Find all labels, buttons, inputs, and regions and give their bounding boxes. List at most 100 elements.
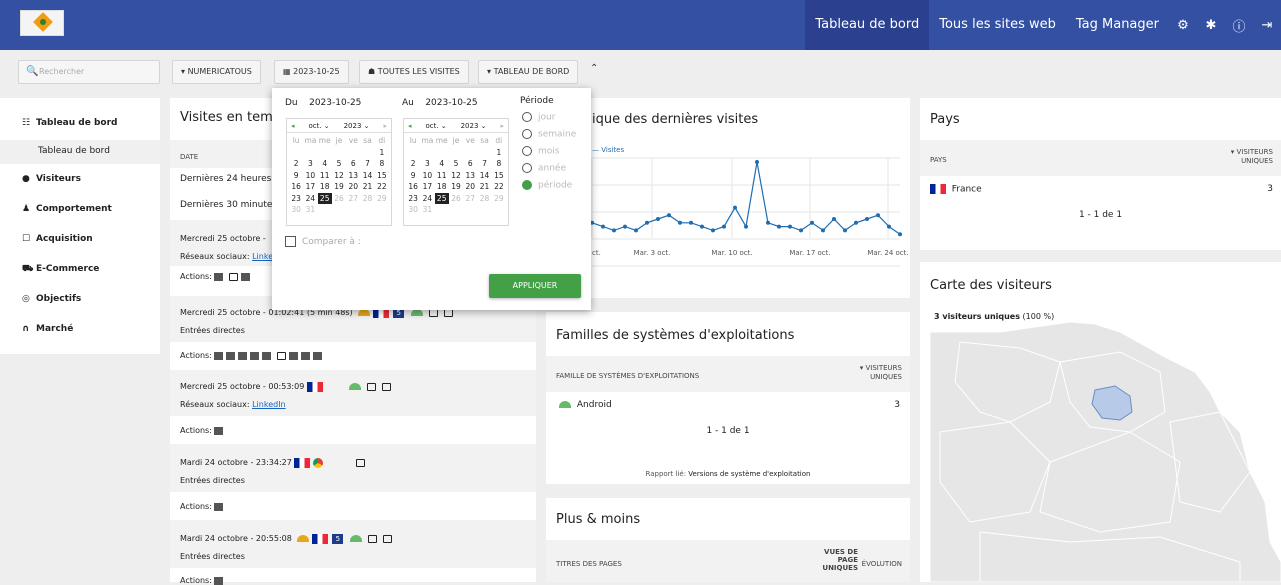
date-selector[interactable]: ▦ 2023-10-25 <box>274 60 349 84</box>
sidebar-item-behaviour[interactable]: ♟ Comportement <box>22 204 112 214</box>
sidebar-item-dashboard[interactable]: ☷ Tableau de bord <box>22 118 117 128</box>
calendar-day[interactable]: 1 <box>375 147 389 159</box>
calendar-day[interactable]: 9 <box>406 170 420 182</box>
calendar-day[interactable]: 24 <box>420 193 434 205</box>
calendar-day[interactable]: 19 <box>332 181 346 193</box>
prev-month-icon[interactable]: ◂ <box>408 122 412 130</box>
period-day-radio[interactable]: jour <box>522 112 555 123</box>
calendar-day[interactable]: 21 <box>360 181 374 193</box>
info-icon[interactable]: ⓘ <box>1225 16 1253 35</box>
sidebar-item-acquisition[interactable]: ☐ Acquisition <box>22 234 93 244</box>
calendar-day[interactable]: 18 <box>318 181 332 193</box>
calendar-day[interactable]: 22 <box>375 181 389 193</box>
calendar-day[interactable]: 11 <box>435 170 449 182</box>
calendar-day[interactable]: 15 <box>492 170 506 182</box>
table-row[interactable]: Android 3 <box>546 400 910 410</box>
month-select[interactable]: oct. ⌄ <box>308 122 329 130</box>
calendar-day[interactable]: 15 <box>375 170 389 182</box>
calendar-day[interactable]: 14 <box>477 170 491 182</box>
column-header[interactable]: ▾ VISITEURS UNIQUES <box>1231 148 1273 166</box>
calendar-day[interactable]: 19 <box>449 181 463 193</box>
apply-button[interactable]: APPLIQUER <box>489 274 581 298</box>
data-point <box>711 228 715 233</box>
calendar-day[interactable]: 5 <box>449 158 463 170</box>
segment-selector[interactable]: ☗ TOUTES LES VISITES <box>359 60 469 84</box>
calendar-day[interactable]: 18 <box>435 181 449 193</box>
calendar-day[interactable]: 14 <box>360 170 374 182</box>
calendar-day[interactable]: 4 <box>435 158 449 170</box>
sidebar-item-market[interactable]: ∩ Marché <box>22 324 73 334</box>
period-year-radio[interactable]: année <box>522 163 566 174</box>
calendar-day[interactable]: 16 <box>406 181 420 193</box>
site-selector[interactable]: ▾ NUMERICATOUS <box>172 60 261 84</box>
calendar-day[interactable]: 3 <box>303 158 317 170</box>
column-header[interactable]: VUES DE PAGE UNIQUES <box>786 548 858 572</box>
logout-icon[interactable]: ⇥ <box>1253 18 1281 33</box>
calendar-day[interactable]: 20 <box>463 181 477 193</box>
calendar-day[interactable]: 6 <box>346 158 360 170</box>
calendar-day[interactable]: 1 <box>492 147 506 159</box>
year-select[interactable]: 2023 ⌄ <box>461 122 487 130</box>
referrer-link[interactable]: LinkedIn <box>252 400 286 409</box>
period-month-radio[interactable]: mois <box>522 146 559 157</box>
prev-month-icon[interactable]: ◂ <box>291 122 295 130</box>
table-row[interactable]: France 3 <box>920 184 1281 195</box>
calendar-day[interactable]: 17 <box>303 181 317 193</box>
related-report[interactable]: Rapport lié: Versions de système d'explo… <box>546 470 910 478</box>
calendar-day[interactable]: 11 <box>318 170 332 182</box>
calendar-day[interactable]: 25 <box>317 192 332 204</box>
calendar-day[interactable]: 3 <box>420 158 434 170</box>
year-select[interactable]: 2023 ⌄ <box>344 122 370 130</box>
nav-all-websites[interactable]: Tous les sites web <box>929 0 1066 50</box>
bug-icon[interactable]: ✱ <box>1197 18 1225 33</box>
calendar-day[interactable]: 12 <box>449 170 463 182</box>
calendar-day[interactable]: 4 <box>318 158 332 170</box>
sidebar-item-goals[interactable]: ◎ Objectifs <box>22 294 81 304</box>
visitor-map[interactable] <box>920 262 1281 582</box>
search-input[interactable]: 🔍 Rechercher <box>18 60 160 84</box>
calendar-day[interactable]: 7 <box>360 158 374 170</box>
dashboard-selector[interactable]: ▾ TABLEAU DE BORD <box>478 60 579 84</box>
calendar-day[interactable]: 12 <box>332 170 346 182</box>
calendar-day[interactable]: 2 <box>289 158 303 170</box>
calendar-day[interactable]: 5 <box>332 158 346 170</box>
period-week-radio[interactable]: semaine <box>522 129 576 140</box>
nav-tag-manager[interactable]: Tag Manager <box>1066 0 1169 50</box>
calendar-day[interactable]: 23 <box>406 193 420 205</box>
period-range-radio[interactable]: période <box>522 180 572 191</box>
calendar-day[interactable]: 6 <box>463 158 477 170</box>
compare-checkbox[interactable]: Comparer à : <box>285 236 361 247</box>
calendar-day[interactable]: 8 <box>492 158 506 170</box>
calendar-day[interactable]: 13 <box>463 170 477 182</box>
calendar-day[interactable]: 9 <box>289 170 303 182</box>
next-month-icon[interactable]: ▸ <box>500 122 504 130</box>
calendar-day[interactable]: 23 <box>289 193 303 205</box>
calendar-day[interactable]: 22 <box>492 181 506 193</box>
gear-icon[interactable]: ⚙ <box>1169 18 1197 33</box>
to-calendar[interactable]: ◂ oct. ⌄ 2023 ⌄ ▸ lu ma me je ve sa di 1 2 3 4 5 6 7 8 9 10… <box>403 118 509 226</box>
calendar-day[interactable]: 8 <box>375 158 389 170</box>
month-select[interactable]: oct. ⌄ <box>425 122 446 130</box>
calendar-day[interactable]: 2 <box>406 158 420 170</box>
from-calendar[interactable]: ◂ oct. ⌄ 2023 ⌄ ▸ lu ma me je ve sa di 1 2 3 4 5 6 7 8 9 10… <box>286 118 392 226</box>
calendar-day[interactable]: 21 <box>477 181 491 193</box>
calendar-day[interactable]: 13 <box>346 170 360 182</box>
sidebar-item-visitors[interactable]: ● Visiteurs <box>22 174 81 184</box>
sidebar: ☷ Tableau de bord Tableau de bord ● Visite… <box>0 98 160 354</box>
nav-dashboard[interactable]: Tableau de bord <box>805 0 930 50</box>
calendar-day[interactable]: 17 <box>420 181 434 193</box>
calendar-day[interactable]: 20 <box>346 181 360 193</box>
calendar-day[interactable]: 25 <box>434 192 449 204</box>
collapse-icon[interactable]: ⌃ <box>590 63 598 74</box>
sidebar-item-ecommerce[interactable]: ⛟ E-Commerce <box>22 264 99 275</box>
calendar-day[interactable]: 16 <box>289 181 303 193</box>
calendar-day[interactable]: 7 <box>477 158 491 170</box>
sidebar-subitem-dashboard[interactable]: Tableau de bord <box>0 140 160 164</box>
column-header[interactable]: ▾ VISITEURS UNIQUES <box>860 364 902 382</box>
next-month-icon[interactable]: ▸ <box>383 122 387 130</box>
calendar-day[interactable]: 10 <box>303 170 317 182</box>
calendar-day[interactable]: 10 <box>420 170 434 182</box>
calendar-day[interactable]: 24 <box>303 193 317 205</box>
column-header[interactable]: ÉVOLUTION <box>862 560 902 568</box>
logo[interactable] <box>20 10 64 36</box>
